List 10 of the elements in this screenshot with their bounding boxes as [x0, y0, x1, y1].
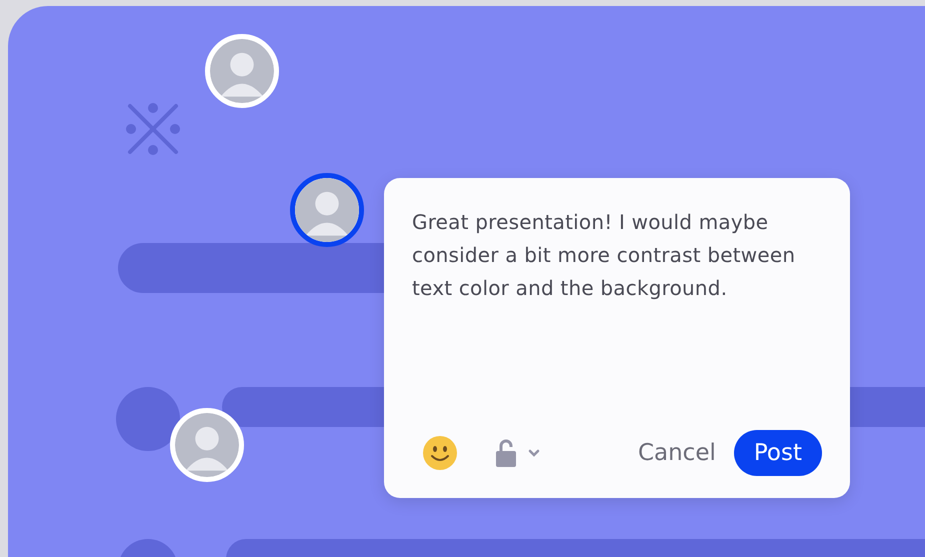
lock-icon[interactable] [494, 438, 518, 468]
person-silhouette-icon [175, 413, 239, 477]
post-button[interactable]: Post [734, 430, 822, 476]
smiley-icon[interactable] [422, 435, 458, 471]
comment-text: Great presentation! I would maybe consider a bit more contrast between text color and the background. [412, 209, 796, 302]
person-silhouette-icon [295, 178, 359, 242]
sparkle-cross-icon [126, 102, 180, 156]
caret-icon[interactable] [528, 449, 540, 457]
person-silhouette-icon [210, 39, 274, 103]
cancel-button[interactable]: Cancel [630, 440, 724, 466]
